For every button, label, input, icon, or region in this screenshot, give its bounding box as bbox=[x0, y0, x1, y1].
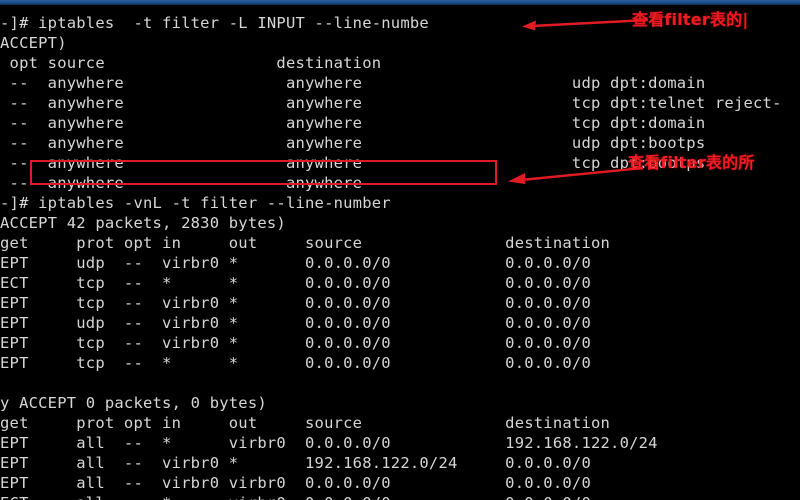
terminal-line: -- anywhere anywhere tcp dpt:telnet reje… bbox=[0, 94, 782, 112]
terminal-line: EPT all -- virbr0 virbr0 0.0.0.0/0 0.0.0… bbox=[0, 474, 591, 492]
terminal-line: -- anywhere anywhere bbox=[0, 174, 363, 192]
terminal-line: get prot opt in out source destination bbox=[0, 414, 611, 432]
terminal-line: EPT tcp -- * * 0.0.0.0/0 0.0.0.0/0 bbox=[0, 354, 591, 372]
terminal-line: -- anywhere anywhere tcp dpt:domain bbox=[0, 114, 706, 132]
annotation-label-bottom: 查看filter表的所 bbox=[628, 153, 755, 172]
terminal-line: -]# iptables -vnL -t filter --line-numbe… bbox=[0, 194, 391, 212]
terminal-line: ECT tcp -- * * 0.0.0.0/0 0.0.0.0/0 bbox=[0, 274, 591, 292]
terminal-line: EPT all -- * virbr0 0.0.0.0/0 192.168.12… bbox=[0, 434, 658, 452]
terminal-line: EPT all -- virbr0 * 192.168.122.0/24 0.0… bbox=[0, 454, 591, 472]
terminal-line: opt source destination bbox=[0, 54, 382, 72]
terminal-line: -- anywhere anywhere udp dpt:bootps bbox=[0, 134, 706, 152]
terminal-line: EPT tcp -- virbr0 * 0.0.0.0/0 0.0.0.0/0 bbox=[0, 334, 591, 352]
terminal-line: -- anywhere anywhere udp dpt:domain bbox=[0, 74, 706, 92]
terminal-line: get prot opt in out source destination bbox=[0, 234, 611, 252]
terminal-line: ACCEPT) bbox=[0, 34, 67, 52]
terminal-output-area[interactable]: -]# iptables -t filter -L INPUT --line-n… bbox=[0, 5, 800, 500]
annotation-label-top: 查看filter表的| bbox=[632, 10, 749, 29]
terminal-line: ECT all -- * virbr0 0.0.0.0/0 0.0.0.0/0 bbox=[0, 493, 800, 500]
terminal-line: EPT udp -- virbr0 * 0.0.0.0/0 0.0.0.0/0 bbox=[0, 254, 591, 272]
terminal-line: EPT tcp -- virbr0 * 0.0.0.0/0 0.0.0.0/0 bbox=[0, 294, 591, 312]
terminal-line: EPT udp -- virbr0 * 0.0.0.0/0 0.0.0.0/0 bbox=[0, 314, 591, 332]
terminal-line: y ACCEPT 0 packets, 0 bytes) bbox=[0, 394, 267, 412]
screenshot-root: -]# iptables -t filter -L INPUT --line-n… bbox=[0, 0, 800, 500]
terminal-line: ACCEPT 42 packets, 2830 bytes) bbox=[0, 214, 286, 232]
